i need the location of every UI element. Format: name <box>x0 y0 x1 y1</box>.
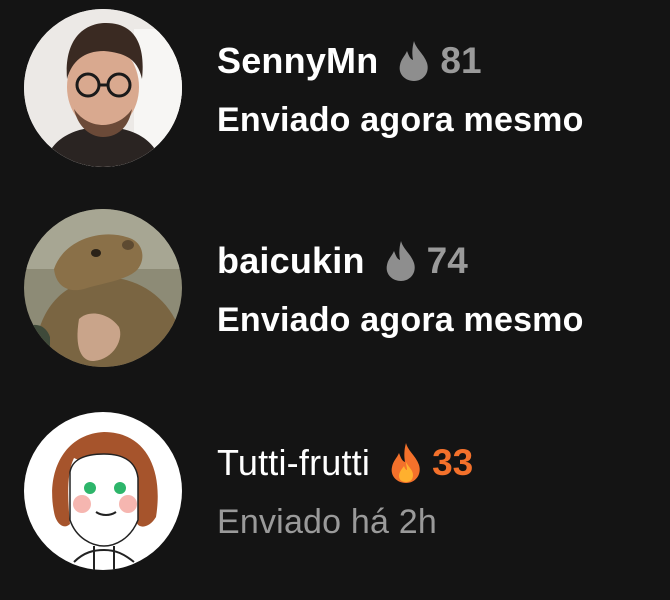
avatar-photo-capybara <box>24 209 182 367</box>
chat-list: SennyMn 81 Enviado agora mesmo baicukin … <box>0 0 670 580</box>
flame-icon <box>383 240 419 282</box>
username-line: SennyMn 81 <box>217 36 482 86</box>
avatar-drawing-girl <box>24 412 182 570</box>
chat-row-sennymn[interactable]: SennyMn 81 Enviado agora mesmo <box>0 0 670 200</box>
username: SennyMn <box>217 40 379 81</box>
status-text: Enviado há 2h <box>217 503 437 541</box>
streak-count: 74 <box>426 240 468 281</box>
avatar[interactable] <box>24 9 182 167</box>
streak-count: 33 <box>432 442 474 483</box>
chat-row-tutti-frutti[interactable]: Tutti-frutti 33 Enviado há 2h <box>0 400 670 600</box>
username-line: baicukin 74 <box>217 236 468 286</box>
username: baicukin <box>217 240 365 281</box>
status-text: Enviado agora mesmo <box>217 101 584 139</box>
chat-row-baicukin[interactable]: baicukin 74 Enviado agora mesmo <box>0 200 670 400</box>
flame-icon <box>396 40 432 82</box>
avatar[interactable] <box>24 412 182 570</box>
avatar-photo-man-glasses <box>24 9 182 167</box>
status-text: Enviado agora mesmo <box>217 301 584 339</box>
username: Tutti-frutti <box>217 442 371 483</box>
streak-count: 81 <box>440 40 482 81</box>
avatar[interactable] <box>24 209 182 367</box>
flame-icon-active <box>388 442 424 484</box>
username-line: Tutti-frutti 33 <box>217 438 473 488</box>
